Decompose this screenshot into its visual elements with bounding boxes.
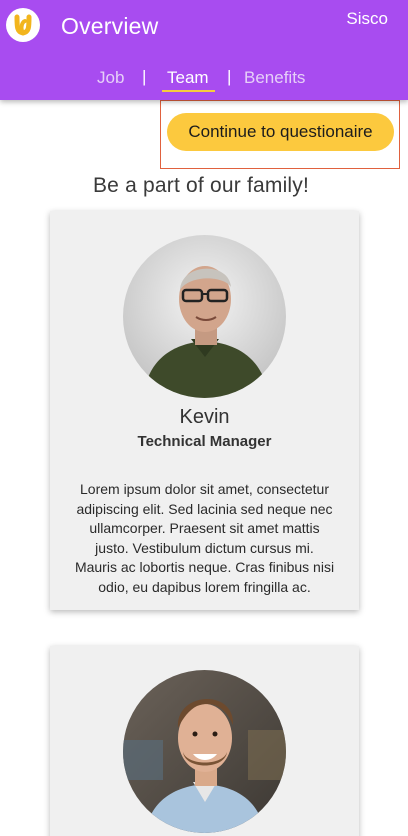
tab-team[interactable]: Team	[167, 68, 209, 88]
team-member-card: Kevin Technical Manager Lorem ipsum dolo…	[50, 211, 359, 610]
team-member-card	[50, 646, 359, 836]
active-tab-indicator	[162, 90, 215, 92]
section-title: Be a part of our family!	[92, 174, 310, 197]
person-photo-icon	[123, 235, 286, 398]
member-role: Technical Manager	[137, 433, 272, 450]
company-name: Sisco	[346, 9, 388, 28]
member-name: Kevin	[179, 406, 230, 428]
tab-bar: Job | Team | Benefits	[0, 66, 408, 92]
app-header: Overview Sisco Job | Team | Benefits	[0, 0, 408, 100]
continue-to-questionnaire-button[interactable]: Continue to questionaire	[167, 113, 394, 151]
logo-icon[interactable]	[6, 8, 40, 42]
tab-job[interactable]: Job	[97, 68, 124, 88]
person-photo-icon	[123, 670, 286, 833]
tab-benefits[interactable]: Benefits	[244, 68, 305, 88]
avatar	[123, 670, 286, 833]
page-title: Overview	[61, 13, 159, 39]
tab-separator: |	[142, 67, 147, 86]
avatar	[123, 235, 286, 398]
tab-separator: |	[227, 67, 232, 86]
member-bio: Lorem ipsum dolor sit amet, consectetur …	[74, 481, 335, 595]
